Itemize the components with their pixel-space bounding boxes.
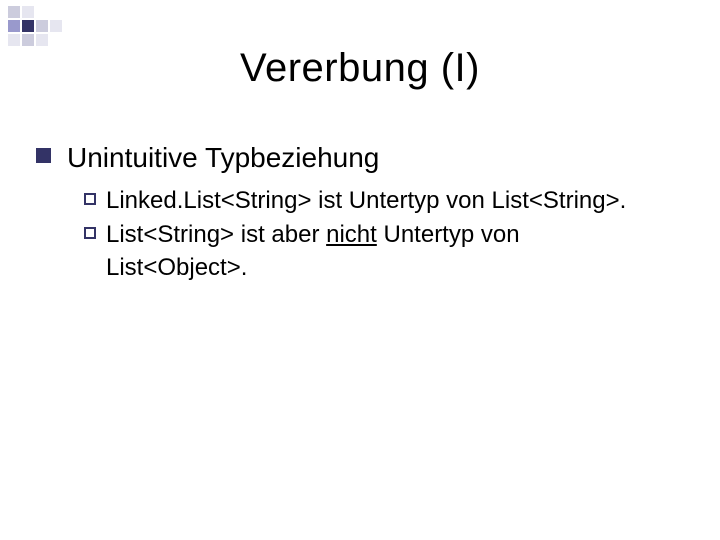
sub-item-text: Linked.List<String> ist Untertyp von Lis…: [106, 185, 626, 217]
slide-title: Vererbung (I): [0, 46, 720, 91]
bullet-level2: Linked.List<String> ist Untertyp von Lis…: [84, 185, 684, 217]
bullet-level2: List<String> ist aber nicht Untertyp von…: [84, 219, 684, 284]
sub-item-text: List<String> ist aber nicht Untertyp von…: [106, 219, 646, 284]
square-bullet-outline-icon: [84, 227, 96, 239]
square-bullet-outline-icon: [84, 193, 96, 205]
underlined-text: nicht: [326, 221, 377, 248]
slide: Vererbung (I) Unintuitive Typbeziehung L…: [0, 0, 720, 540]
sub-bullets: Linked.List<String> ist Untertyp von Lis…: [84, 185, 684, 284]
square-bullet-filled-icon: [36, 148, 51, 163]
content-area: Unintuitive Typbeziehung Linked.List<Str…: [36, 140, 684, 286]
text-part: List<String> ist aber: [106, 221, 326, 248]
bullet-level1: Unintuitive Typbeziehung: [36, 140, 684, 175]
heading-text: Unintuitive Typbeziehung: [67, 140, 379, 175]
